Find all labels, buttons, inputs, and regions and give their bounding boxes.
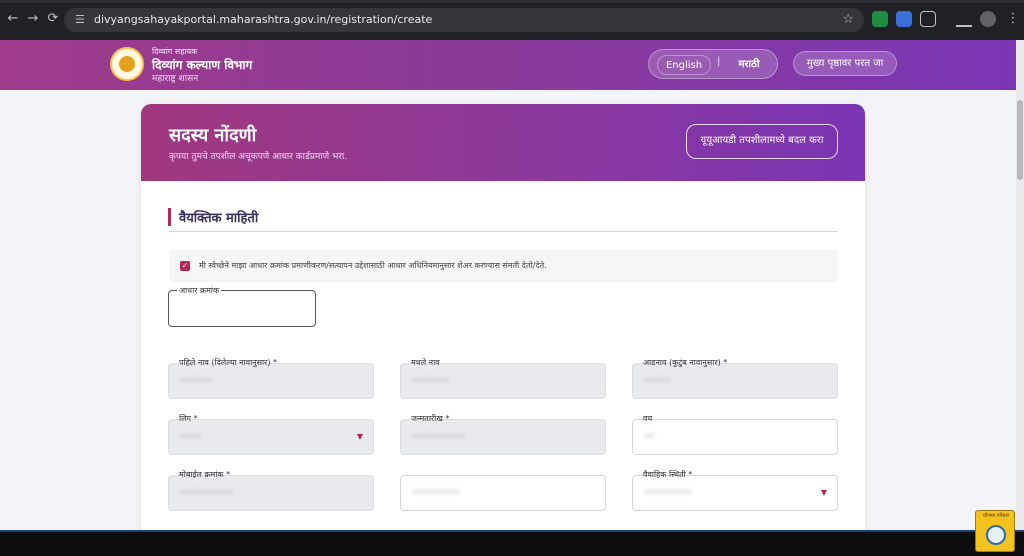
watermark-text: योजना परिवार: [983, 513, 1009, 519]
tab-strip: [0, 0, 1024, 3]
section-title-personal-info: वैयक्तिक माहिती: [179, 211, 259, 226]
back-arrow-icon[interactable]: ←: [4, 10, 22, 28]
surname-value: •••••: [644, 376, 671, 386]
chevron-down-icon: ▼: [356, 432, 363, 441]
government-name: महाराष्ट्र शासन: [152, 74, 199, 84]
consent-text: मी स्वेच्छेने माझा आधार क्रमांक प्रमाणीक…: [199, 261, 547, 270]
middle-name-label: मधले नाव: [411, 358, 440, 367]
section-accent-bar: [168, 208, 171, 226]
registration-card: सदस्य नोंदणी कृपया तुमचे तपशील अचूकपणे आ…: [141, 104, 865, 530]
age-field[interactable]: वय ••: [632, 414, 838, 455]
email-value: •••••••••: [412, 488, 460, 498]
site-header: दिव्यांग सहायक दिव्यांग कल्याण विभाग महा…: [0, 40, 1016, 90]
translate-extension-icon[interactable]: [896, 11, 912, 27]
middle-name-field[interactable]: मधले नाव •••••••: [400, 358, 606, 399]
video-bottom-bar: [0, 530, 1024, 556]
chevron-down-icon: ▼: [820, 488, 827, 497]
dob-field[interactable]: जन्मतारीख * ••••••••••: [400, 414, 606, 455]
lang-marathi-button[interactable]: मराठी: [725, 55, 773, 75]
marital-status-label: वैवाहिक स्थिती *: [643, 470, 693, 479]
page-viewport: दिव्यांग सहायक दिव्यांग कल्याण विभाग महा…: [0, 40, 1016, 530]
gender-value: ••••: [180, 432, 202, 442]
globe-icon: [986, 525, 1006, 545]
lang-separator: |: [717, 56, 721, 67]
lang-english-button[interactable]: English: [657, 55, 711, 75]
middle-name-value: •••••••: [412, 376, 450, 386]
mobile-number-label: मोबाईल क्रमांक *: [179, 470, 231, 479]
menu-icon[interactable]: ⋮: [1004, 10, 1022, 28]
surname-label: आडनाव (कुटुंब नावानुसार) *: [643, 358, 728, 367]
site-settings-icon[interactable]: ☰: [75, 12, 85, 28]
url-text[interactable]: divyangsahayakportal.maharashtra.gov.in/…: [94, 12, 432, 28]
age-label: वय: [643, 414, 653, 423]
section-divider: [168, 231, 838, 232]
download-icon[interactable]: [956, 11, 972, 27]
language-switcher: English | मराठी: [648, 49, 778, 79]
bookmark-star-icon[interactable]: ☆: [842, 11, 854, 29]
channel-watermark-badge: योजना परिवार: [975, 510, 1015, 552]
browser-toolbar: ← → ⟳ ☰ divyangsahayakportal.maharashtra…: [0, 0, 1024, 40]
change-udid-details-button[interactable]: यूयूआयडी तपशीलामध्ये बदल करा: [686, 124, 838, 159]
first-name-label: पहिले नाव (दिलेल्या नावानुसार) *: [179, 358, 277, 367]
consent-checkbox[interactable]: ✓: [180, 261, 190, 271]
address-bar[interactable]: ☰ divyangsahayakportal.maharashtra.gov.i…: [64, 8, 864, 32]
screen: ← → ⟳ ☰ divyangsahayakportal.maharashtra…: [0, 0, 1024, 556]
marital-status-value: •••••••••: [644, 488, 692, 498]
back-to-home-button[interactable]: मुख्य पृष्ठावर परत जा: [793, 51, 897, 76]
grammarly-extension-icon[interactable]: [872, 11, 888, 27]
aadhaar-consent-row: ✓ मी स्वेच्छेने माझा आधार क्रमांक प्रमाण…: [169, 250, 838, 282]
email-field[interactable]: •••••••••: [400, 475, 606, 511]
scrollbar-thumb[interactable]: [1017, 100, 1023, 180]
dob-label: जन्मतारीख *: [411, 414, 450, 423]
page-subtitle: कृपया तुमचे तपशील अचूकपणे आधार कार्डप्रम…: [169, 152, 348, 162]
first-name-value: ••••••: [180, 376, 212, 386]
extensions-puzzle-icon[interactable]: [920, 11, 936, 27]
gender-label: लिंग *: [179, 414, 198, 423]
reload-icon[interactable]: ⟳: [44, 10, 62, 28]
surname-field[interactable]: आडनाव (कुटुंब नावानुसार) * •••••: [632, 358, 838, 399]
card-header: सदस्य नोंदणी कृपया तुमचे तपशील अचूकपणे आ…: [141, 104, 865, 181]
page-scrollbar[interactable]: [1016, 40, 1024, 530]
profile-avatar-icon[interactable]: [980, 11, 996, 27]
mobile-number-field[interactable]: मोबाईल क्रमांक * ••••••••••: [168, 470, 374, 511]
government-seal-icon: [110, 47, 144, 81]
aadhaar-number-input[interactable]: आधार क्रमांक: [168, 285, 316, 327]
gender-select[interactable]: लिंग * •••• ▼: [168, 414, 374, 455]
aadhaar-number-label: आधार क्रमांक: [177, 285, 222, 296]
dob-value: ••••••••••: [412, 432, 466, 442]
marital-status-select[interactable]: वैवाहिक स्थिती * ••••••••• ▼: [632, 470, 838, 511]
forward-arrow-icon[interactable]: →: [24, 10, 42, 28]
mobile-number-value: ••••••••••: [180, 488, 234, 498]
age-value: ••: [644, 432, 655, 442]
page-title: सदस्य नोंदणी: [169, 125, 257, 146]
first-name-field[interactable]: पहिले नाव (दिलेल्या नावानुसार) * ••••••: [168, 358, 374, 399]
